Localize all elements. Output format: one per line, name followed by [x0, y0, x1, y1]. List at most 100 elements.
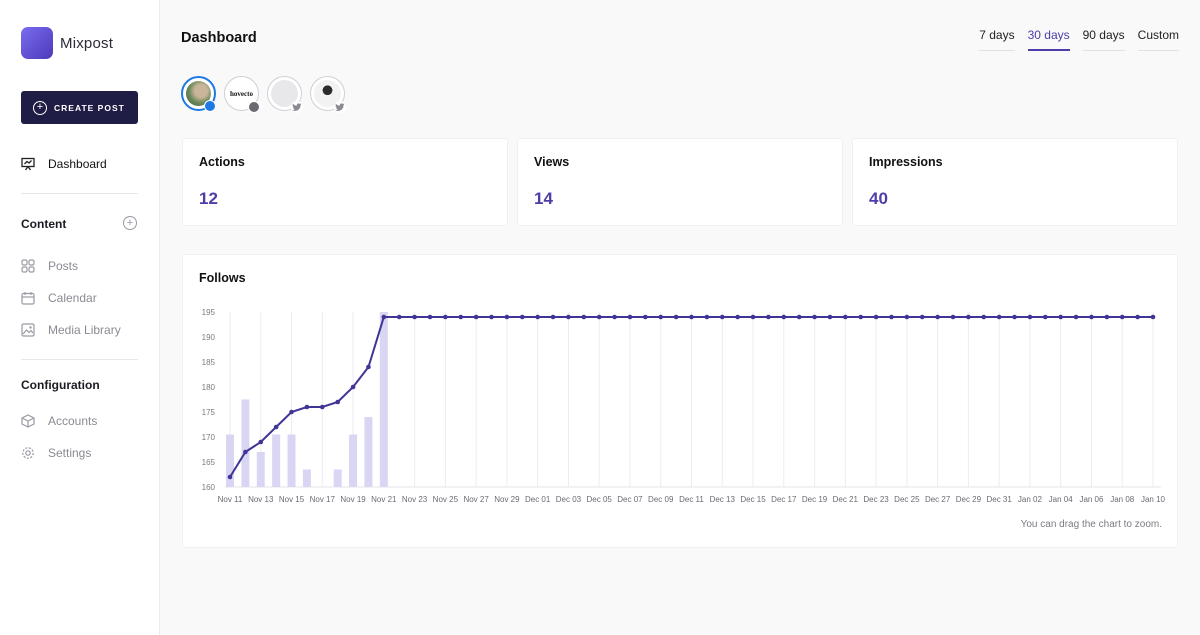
chart-point: [996, 314, 1002, 320]
x-tick-label: Dec 13: [710, 495, 736, 504]
stat-title: Actions: [199, 155, 245, 169]
chart-point: [873, 314, 879, 320]
sidebar-item-media-library[interactable]: Media Library: [21, 323, 121, 337]
chart-point: [550, 314, 556, 320]
chart-bar: [241, 399, 250, 487]
x-tick-label: Dec 03: [556, 495, 582, 504]
x-tick-label: Dec 11: [679, 495, 704, 504]
chart-point: [689, 314, 694, 320]
chart-bar: [302, 469, 311, 487]
y-tick-label: 180: [202, 383, 216, 392]
y-tick-label: 195: [202, 308, 216, 317]
chart-point: [858, 314, 864, 320]
chart-point: [504, 314, 510, 320]
chart-point: [1104, 314, 1110, 320]
chart-point: [719, 314, 725, 320]
x-tick-label: Dec 25: [894, 495, 920, 504]
sidebar-item-dashboard[interactable]: Dashboard: [21, 157, 107, 171]
x-tick-label: Jan 10: [1141, 495, 1166, 504]
configuration-section-title: Configuration: [21, 378, 100, 392]
x-tick-label: Dec 19: [802, 495, 828, 504]
account-avatar[interactable]: [267, 76, 303, 113]
y-tick-label: 175: [202, 408, 216, 417]
chart-point: [1027, 314, 1033, 320]
add-content-button[interactable]: +: [123, 216, 137, 230]
x-tick-label: Nov 29: [494, 495, 520, 504]
account-avatar[interactable]: [181, 76, 216, 112]
y-tick-label: 185: [202, 358, 216, 367]
x-tick-label: Nov 17: [310, 495, 336, 504]
x-tick-label: Dec 23: [863, 495, 889, 504]
stat-value: 40: [869, 189, 888, 208]
sidebar-item-posts[interactable]: Posts: [21, 259, 78, 273]
chart-point: [1150, 314, 1156, 320]
x-tick-label: Nov 27: [463, 495, 489, 504]
facebook-icon: [204, 100, 216, 112]
content-section-title: Content: [21, 217, 67, 231]
chart-point: [843, 314, 848, 320]
chart-point: [273, 424, 279, 430]
sidebar-item-label: Calendar: [48, 291, 97, 305]
chart-point: [1073, 314, 1079, 320]
chart-bar: [333, 469, 342, 487]
chart-point: [750, 314, 756, 320]
chart-point: [473, 314, 479, 320]
account-avatar[interactable]: hovecto: [224, 76, 260, 113]
sidebar: Mixpost + CREATE POST Dashboard Content …: [0, 0, 160, 635]
chart-point: [566, 314, 571, 320]
calendar-icon: [21, 291, 35, 305]
stat-value: 14: [534, 189, 553, 208]
x-tick-label: Dec 05: [587, 495, 613, 504]
x-tick-label: Dec 31: [986, 495, 1012, 504]
chart-point: [350, 384, 356, 390]
x-tick-label: Dec 17: [771, 495, 797, 504]
plus-circle-icon: +: [33, 100, 47, 115]
chart-point: [596, 314, 602, 320]
chart-point: [489, 314, 494, 320]
chart-point: [427, 314, 433, 320]
tab-30-days[interactable]: 30 days: [1027, 28, 1070, 51]
follows-card: Follows 160 165 170 175 180 185 190 195 Nov 11 No…: [182, 254, 1178, 548]
tab-90-days[interactable]: 90 days: [1082, 28, 1125, 51]
account-avatar[interactable]: [310, 76, 346, 113]
app-name: Mixpost: [60, 34, 114, 52]
chart-point: [704, 314, 710, 320]
chart-point: [227, 474, 233, 480]
chart-point: [1012, 314, 1017, 320]
posts-icon: [21, 259, 35, 273]
chart-point: [643, 314, 648, 320]
chart-bar: [256, 452, 265, 487]
tab-custom[interactable]: Custom: [1137, 28, 1179, 51]
stat-value: 12: [199, 189, 218, 208]
logo[interactable]: Mixpost: [21, 27, 114, 62]
chart-bar: [349, 434, 358, 487]
chart-point: [781, 314, 787, 320]
create-post-button[interactable]: + CREATE POST: [21, 91, 138, 124]
y-tick-label: 190: [202, 333, 216, 342]
chart-point: [258, 439, 264, 445]
x-tick-label: Nov 15: [279, 495, 305, 504]
x-tick-label: Nov 23: [402, 495, 428, 504]
facebook-icon: [248, 101, 260, 113]
y-tick-label: 160: [202, 483, 216, 492]
chart-point: [1135, 314, 1140, 320]
sidebar-item-calendar[interactable]: Calendar: [21, 291, 97, 305]
stat-card-actions: Actions 12: [182, 138, 508, 226]
chart-point: [966, 314, 971, 320]
chart-point: [320, 404, 325, 410]
x-tick-label: Dec 07: [617, 495, 643, 504]
avatar-text: hovecto: [230, 89, 253, 98]
sidebar-item-settings[interactable]: Settings: [21, 446, 91, 460]
chart-point: [458, 314, 464, 320]
date-range-tabs: 7 days 30 days 90 days Custom: [966, 28, 1179, 51]
stat-title: Views: [534, 155, 570, 169]
chart-point: [1119, 314, 1125, 320]
chart-point: [381, 314, 387, 320]
tab-7-days[interactable]: 7 days: [979, 28, 1015, 51]
chart-point: [627, 314, 633, 320]
twitter-icon: [291, 101, 303, 113]
sidebar-item-accounts[interactable]: Accounts: [21, 414, 97, 428]
follows-chart[interactable]: 160 165 170 175 180 185 190 195 Nov 11 Nov 13 Nov …: [183, 255, 1179, 549]
y-tick-label: 165: [202, 458, 216, 467]
x-tick-label: Dec 15: [740, 495, 766, 504]
